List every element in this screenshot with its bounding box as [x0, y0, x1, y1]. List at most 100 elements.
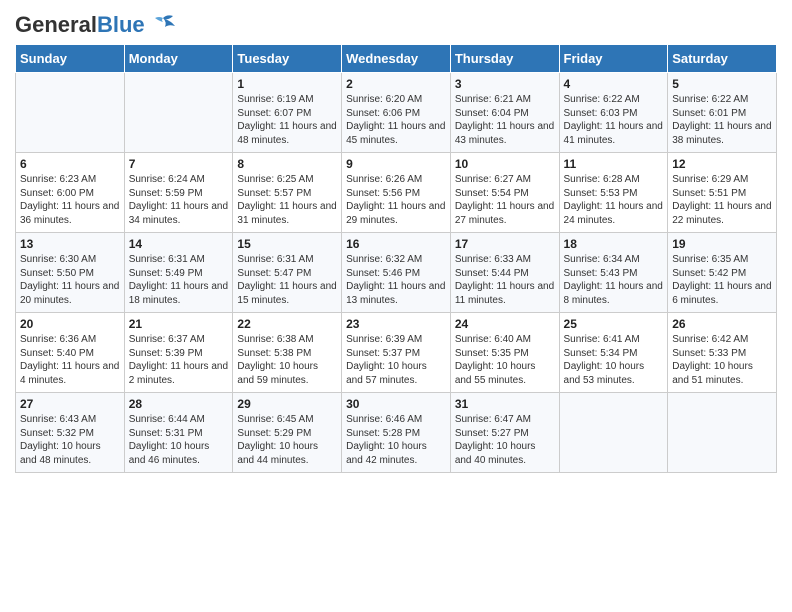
- day-number: 2: [346, 77, 446, 91]
- day-number: 4: [564, 77, 664, 91]
- day-of-week-header: Wednesday: [342, 45, 451, 73]
- calendar-week-row: 1 Sunrise: 6:19 AM Sunset: 6:07 PM Daylig…: [16, 73, 777, 153]
- calendar-cell: 4 Sunrise: 6:22 AM Sunset: 6:03 PM Daylig…: [559, 73, 668, 153]
- day-info: Sunrise: 6:31 AM Sunset: 5:47 PM Dayligh…: [237, 253, 337, 307]
- day-number: 28: [129, 397, 229, 411]
- calendar-cell: 31 Sunrise: 6:47 AM Sunset: 5:27 PM Dayli…: [450, 393, 559, 473]
- calendar-week-row: 27 Sunrise: 6:43 AM Sunset: 5:32 PM Dayli…: [16, 393, 777, 473]
- calendar-table: SundayMondayTuesdayWednesdayThursdayFrid…: [15, 44, 777, 473]
- calendar-cell: 10 Sunrise: 6:27 AM Sunset: 5:54 PM Dayli…: [450, 153, 559, 233]
- calendar-cell: 28 Sunrise: 6:44 AM Sunset: 5:31 PM Dayli…: [124, 393, 233, 473]
- calendar-cell: 5 Sunrise: 6:22 AM Sunset: 6:01 PM Daylig…: [668, 73, 777, 153]
- day-number: 21: [129, 317, 229, 331]
- day-number: 6: [20, 157, 120, 171]
- day-number: 20: [20, 317, 120, 331]
- day-number: 15: [237, 237, 337, 251]
- calendar-cell: 24 Sunrise: 6:40 AM Sunset: 5:35 PM Dayli…: [450, 313, 559, 393]
- day-info: Sunrise: 6:24 AM Sunset: 5:59 PM Dayligh…: [129, 173, 229, 227]
- day-info: Sunrise: 6:19 AM Sunset: 6:07 PM Dayligh…: [237, 93, 337, 147]
- calendar-cell: 15 Sunrise: 6:31 AM Sunset: 5:47 PM Dayli…: [233, 233, 342, 313]
- day-number: 18: [564, 237, 664, 251]
- calendar-cell: 29 Sunrise: 6:45 AM Sunset: 5:29 PM Dayli…: [233, 393, 342, 473]
- day-info: Sunrise: 6:38 AM Sunset: 5:38 PM Dayligh…: [237, 333, 337, 387]
- day-info: Sunrise: 6:37 AM Sunset: 5:39 PM Dayligh…: [129, 333, 229, 387]
- day-info: Sunrise: 6:30 AM Sunset: 5:50 PM Dayligh…: [20, 253, 120, 307]
- day-of-week-header: Saturday: [668, 45, 777, 73]
- day-number: 7: [129, 157, 229, 171]
- day-info: Sunrise: 6:42 AM Sunset: 5:33 PM Dayligh…: [672, 333, 772, 387]
- calendar-cell: 9 Sunrise: 6:26 AM Sunset: 5:56 PM Daylig…: [342, 153, 451, 233]
- day-info: Sunrise: 6:23 AM Sunset: 6:00 PM Dayligh…: [20, 173, 120, 227]
- calendar-header-row: SundayMondayTuesdayWednesdayThursdayFrid…: [16, 45, 777, 73]
- day-info: Sunrise: 6:44 AM Sunset: 5:31 PM Dayligh…: [129, 413, 229, 467]
- day-number: 9: [346, 157, 446, 171]
- calendar-week-row: 20 Sunrise: 6:36 AM Sunset: 5:40 PM Dayli…: [16, 313, 777, 393]
- day-info: Sunrise: 6:33 AM Sunset: 5:44 PM Dayligh…: [455, 253, 555, 307]
- day-of-week-header: Friday: [559, 45, 668, 73]
- day-info: Sunrise: 6:21 AM Sunset: 6:04 PM Dayligh…: [455, 93, 555, 147]
- day-number: 14: [129, 237, 229, 251]
- calendar-cell: 14 Sunrise: 6:31 AM Sunset: 5:49 PM Dayli…: [124, 233, 233, 313]
- day-info: Sunrise: 6:22 AM Sunset: 6:03 PM Dayligh…: [564, 93, 664, 147]
- calendar-cell: 30 Sunrise: 6:46 AM Sunset: 5:28 PM Dayli…: [342, 393, 451, 473]
- page-header: GeneralBlue: [15, 10, 777, 36]
- day-info: Sunrise: 6:31 AM Sunset: 5:49 PM Dayligh…: [129, 253, 229, 307]
- calendar-cell: 22 Sunrise: 6:38 AM Sunset: 5:38 PM Dayli…: [233, 313, 342, 393]
- day-number: 27: [20, 397, 120, 411]
- calendar-cell: 25Sunrise: 6:41 AM Sunset: 5:34 PM Dayli…: [559, 313, 668, 393]
- day-info: Sunrise: 6:25 AM Sunset: 5:57 PM Dayligh…: [237, 173, 337, 227]
- day-of-week-header: Sunday: [16, 45, 125, 73]
- day-number: 17: [455, 237, 555, 251]
- calendar-cell: 11 Sunrise: 6:28 AM Sunset: 5:53 PM Dayli…: [559, 153, 668, 233]
- day-info: Sunrise: 6:36 AM Sunset: 5:40 PM Dayligh…: [20, 333, 120, 387]
- day-info: Sunrise: 6:29 AM Sunset: 5:51 PM Dayligh…: [672, 173, 772, 227]
- day-info: Sunrise: 6:47 AM Sunset: 5:27 PM Dayligh…: [455, 413, 555, 467]
- calendar-week-row: 13 Sunrise: 6:30 AM Sunset: 5:50 PM Dayli…: [16, 233, 777, 313]
- day-number: 23: [346, 317, 446, 331]
- calendar-cell: 16Sunrise: 6:32 AM Sunset: 5:46 PM Dayli…: [342, 233, 451, 313]
- day-number: 31: [455, 397, 555, 411]
- calendar-cell: 7 Sunrise: 6:24 AM Sunset: 5:59 PM Daylig…: [124, 153, 233, 233]
- calendar-cell: 3 Sunrise: 6:21 AM Sunset: 6:04 PM Daylig…: [450, 73, 559, 153]
- day-number: 26: [672, 317, 772, 331]
- day-info: Sunrise: 6:43 AM Sunset: 5:32 PM Dayligh…: [20, 413, 120, 467]
- calendar-cell: 8Sunrise: 6:25 AM Sunset: 5:57 PM Daylig…: [233, 153, 342, 233]
- day-info: Sunrise: 6:22 AM Sunset: 6:01 PM Dayligh…: [672, 93, 772, 147]
- day-info: Sunrise: 6:32 AM Sunset: 5:46 PM Dayligh…: [346, 253, 446, 307]
- calendar-cell: 19Sunrise: 6:35 AM Sunset: 5:42 PM Dayli…: [668, 233, 777, 313]
- day-number: 3: [455, 77, 555, 91]
- day-number: 22: [237, 317, 337, 331]
- calendar-cell: [124, 73, 233, 153]
- calendar-cell: 6 Sunrise: 6:23 AM Sunset: 6:00 PM Daylig…: [16, 153, 125, 233]
- day-info: Sunrise: 6:34 AM Sunset: 5:43 PM Dayligh…: [564, 253, 664, 307]
- day-number: 11: [564, 157, 664, 171]
- day-number: 29: [237, 397, 337, 411]
- calendar-cell: 20 Sunrise: 6:36 AM Sunset: 5:40 PM Dayli…: [16, 313, 125, 393]
- logo: GeneralBlue: [15, 14, 177, 36]
- calendar-cell: 21 Sunrise: 6:37 AM Sunset: 5:39 PM Dayli…: [124, 313, 233, 393]
- day-number: 19: [672, 237, 772, 251]
- calendar-cell: 18 Sunrise: 6:34 AM Sunset: 5:43 PM Dayli…: [559, 233, 668, 313]
- day-info: Sunrise: 6:45 AM Sunset: 5:29 PM Dayligh…: [237, 413, 337, 467]
- day-info: Sunrise: 6:27 AM Sunset: 5:54 PM Dayligh…: [455, 173, 555, 227]
- day-info: Sunrise: 6:28 AM Sunset: 5:53 PM Dayligh…: [564, 173, 664, 227]
- day-info: Sunrise: 6:20 AM Sunset: 6:06 PM Dayligh…: [346, 93, 446, 147]
- calendar-cell: 12Sunrise: 6:29 AM Sunset: 5:51 PM Dayli…: [668, 153, 777, 233]
- day-info: Sunrise: 6:26 AM Sunset: 5:56 PM Dayligh…: [346, 173, 446, 227]
- day-number: 13: [20, 237, 120, 251]
- logo-bird-icon: [149, 14, 177, 36]
- day-number: 1: [237, 77, 337, 91]
- day-info: Sunrise: 6:39 AM Sunset: 5:37 PM Dayligh…: [346, 333, 446, 387]
- calendar-cell: 17 Sunrise: 6:33 AM Sunset: 5:44 PM Dayli…: [450, 233, 559, 313]
- day-number: 30: [346, 397, 446, 411]
- calendar-cell: [668, 393, 777, 473]
- day-info: Sunrise: 6:46 AM Sunset: 5:28 PM Dayligh…: [346, 413, 446, 467]
- day-number: 10: [455, 157, 555, 171]
- day-number: 5: [672, 77, 772, 91]
- calendar-week-row: 6 Sunrise: 6:23 AM Sunset: 6:00 PM Daylig…: [16, 153, 777, 233]
- calendar-cell: 1 Sunrise: 6:19 AM Sunset: 6:07 PM Daylig…: [233, 73, 342, 153]
- day-of-week-header: Monday: [124, 45, 233, 73]
- day-info: Sunrise: 6:41 AM Sunset: 5:34 PM Dayligh…: [564, 333, 664, 387]
- day-number: 24: [455, 317, 555, 331]
- day-info: Sunrise: 6:40 AM Sunset: 5:35 PM Dayligh…: [455, 333, 555, 387]
